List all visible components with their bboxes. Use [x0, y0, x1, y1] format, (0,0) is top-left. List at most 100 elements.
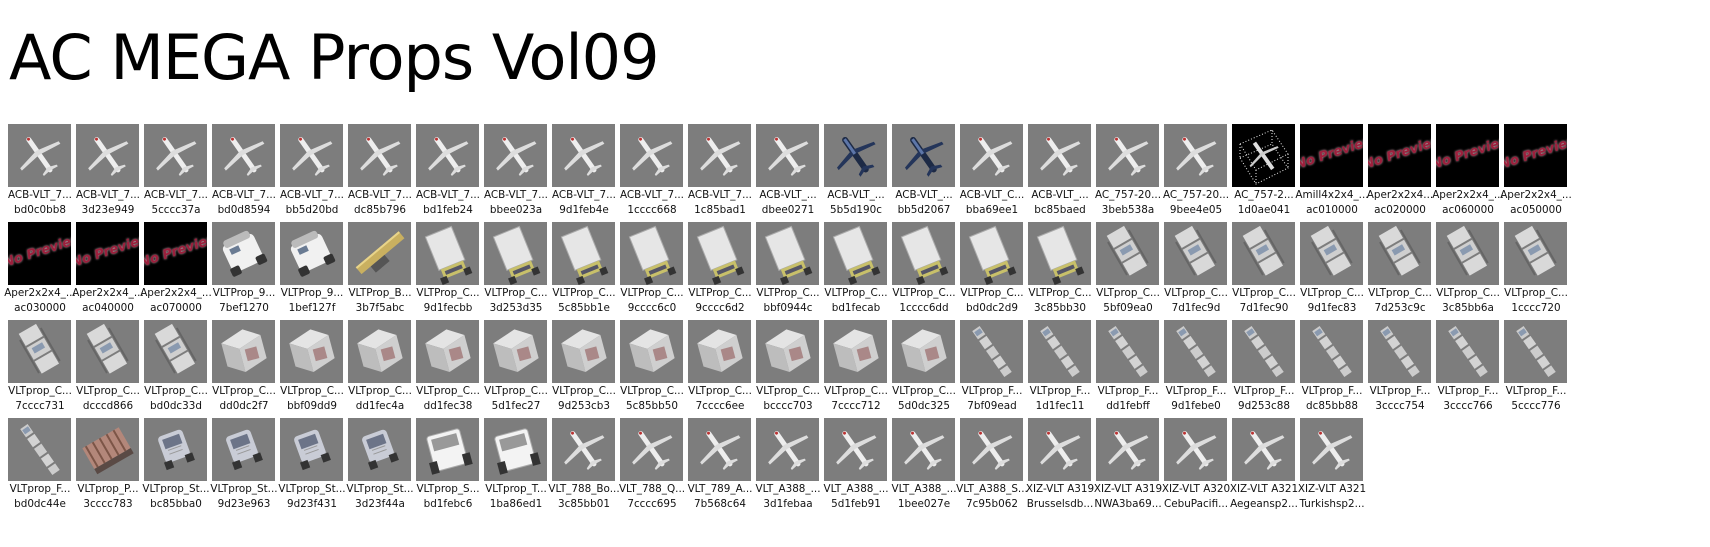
thumbnail-item[interactable]: VLTprop_F... 3cccc766	[1428, 320, 1502, 428]
thumbnail-image	[1164, 418, 1227, 481]
thumbnail-item[interactable]: VLTprop_F... 7bf09ead	[952, 320, 1026, 428]
thumbnail-image	[960, 320, 1023, 383]
thumbnail-item[interactable]: XIZ-VLT A319 NWA3ba69...	[1088, 418, 1162, 526]
thumbnail-item[interactable]: VLTprop_St... 3d23f44a	[340, 418, 414, 526]
thumbnail-item[interactable]: VLTprop_C... bbf09dd9	[272, 320, 346, 428]
thumbnail-item[interactable]: VLTprop_St... bc85bba0	[136, 418, 210, 526]
thumbnail-item[interactable]: VLTprop_C... 9d253cb3	[544, 320, 618, 428]
thumbnail-item[interactable]: ACB-VLT_7... bd0c0bb8	[0, 124, 74, 232]
thumbnail-item[interactable]: No Preview Amill4x2x4_... ac010000	[1292, 124, 1369, 232]
thumbnail-image	[8, 418, 71, 481]
thumbnail-image	[1300, 222, 1363, 285]
thumbnail-item[interactable]: VLTProp_C... bd1fecab	[816, 222, 890, 330]
thumbnail-item[interactable]: VLTprop_T... 1ba86ed1	[476, 418, 550, 526]
thumbnail-item[interactable]: VLT_A388_... 5d1feb91	[816, 418, 890, 526]
thumbnail-item[interactable]: VLT_A388_S... 7c95b062	[952, 418, 1028, 526]
thumbnail-item[interactable]: No Preview Aper2x2x4_... ac070000	[136, 222, 212, 330]
thumbnail-item[interactable]: VLTprop_C... 5d0dc325	[884, 320, 958, 428]
thumbnail-image	[960, 222, 1023, 285]
thumbnail-item[interactable]: ACB-VLT_... bc85baed	[1020, 124, 1094, 232]
thumbnail-item[interactable]: VLTprop_C... 5d1fec27	[476, 320, 550, 428]
thumbnail-item[interactable]: VLTprop_C... 9d1fec83	[1292, 222, 1366, 330]
thumbnail-item[interactable]: VLTprop_P... 3cccc783	[68, 418, 142, 526]
thumbnail-item[interactable]: ACB-VLT_7... 5cccc37a	[136, 124, 210, 232]
thumbnail-item[interactable]: VLTProp_B... 3b7f5abc	[340, 222, 414, 330]
thumbnail-item[interactable]: No Preview Aper2x2x4_... ac050000	[1496, 124, 1572, 232]
thumbnail-item[interactable]: ACB-VLT_7... 1cccc668	[612, 124, 686, 232]
thumbnail-item[interactable]: VLTprop_F... bd0dc44e	[0, 418, 74, 526]
thumbnail-item[interactable]: VLTProp_9... 7bef1270	[204, 222, 278, 330]
thumbnail-item[interactable]: XIZ-VLT A321 Aegeansp2...	[1224, 418, 1298, 526]
thumbnail-item[interactable]: AC_757-2... 1d0ae041	[1224, 124, 1298, 232]
thumbnail-item[interactable]: No Preview Aper2x2x4_... ac030000	[0, 222, 76, 330]
thumbnail-item[interactable]: ACB-VLT_... 5b5d190c	[816, 124, 890, 232]
thumbnail-item[interactable]: VLT_A388_... 1bee027e	[884, 418, 958, 526]
thumbnail-item[interactable]: VLTProp_C... bd0dc2d9	[952, 222, 1026, 330]
thumbnail-item[interactable]: VLTprop_C... dcccd866	[68, 320, 142, 428]
thumbnail-item[interactable]: VLTprop_F... dd1febff	[1088, 320, 1162, 428]
thumbnail-item[interactable]: VLTprop_F... 9d1febe0	[1156, 320, 1230, 428]
thumbnail-item[interactable]: ACB-VLT_7... 9d1feb4e	[544, 124, 618, 232]
thumbnail-item[interactable]: XIZ-VLT A319 Brusselsdb...	[1020, 418, 1094, 526]
thumbnail-item[interactable]: VLTprop_F... dc85bb88	[1292, 320, 1366, 428]
thumbnail-item[interactable]: VLTprop_C... 7d253c9c	[1360, 222, 1434, 330]
thumbnail-item[interactable]: VLTprop_S... bd1febc6	[408, 418, 482, 526]
thumbnail-item[interactable]: VLTprop_C... dd0dc2f7	[204, 320, 278, 428]
thumbnail-item[interactable]: VLT_789_A... 7b568c64	[680, 418, 754, 526]
thumbnail-item[interactable]: ACB-VLT_... bb5d2067	[884, 124, 958, 232]
thumbnail-item[interactable]: VLTprop_C... 5bf09ea0	[1088, 222, 1162, 330]
thumbnail-image	[212, 124, 275, 187]
container-model-icon	[765, 329, 811, 373]
thumbnail-item[interactable]: VLTprop_C... 3c85bb6a	[1428, 222, 1502, 330]
thumbnail-item[interactable]: VLTprop_C... 7d1fec90	[1224, 222, 1298, 330]
thumbnail-image	[960, 124, 1023, 187]
thumbnail-image	[756, 320, 819, 383]
thumbnail-item[interactable]: VLTprop_F... 1d1fec11	[1020, 320, 1094, 428]
thumbnail-item[interactable]: VLTprop_St... 9d23e963	[204, 418, 278, 526]
thumbnail-item[interactable]: No Preview Aper2x2x4_... ac060000	[1428, 124, 1504, 232]
thumbnail-item[interactable]: VLTProp_C... 3c85bb30	[1020, 222, 1094, 330]
thumbnail-item[interactable]: ACB-VLT_7... bbee023a	[476, 124, 550, 232]
thumbnail-item[interactable]: VLTProp_C... 3d253d35	[476, 222, 550, 330]
thumbnail-item[interactable]: VLTprop_C... bd0dc33d	[136, 320, 210, 428]
thumbnail-item[interactable]: VLTprop_C... dd1fec4a	[340, 320, 414, 428]
thumbnail-item[interactable]: VLTprop_C... 7cccc731	[0, 320, 74, 428]
thumbnail-item[interactable]: VLTProp_C... 9cccc6c0	[612, 222, 686, 330]
thumbnail-item[interactable]: VLT_788_Q... 7cccc695	[612, 418, 686, 526]
thumbnail-item[interactable]: VLTprop_C... dd1fec38	[408, 320, 482, 428]
thumbnail-item[interactable]: No Preview Aper2x2x4_... ac040000	[68, 222, 144, 330]
thumbnail-item[interactable]: ACB-VLT_7... 3d23e949	[68, 124, 142, 232]
thumbnail-item[interactable]: XIZ-VLT A321 Turkishsp2...	[1292, 418, 1366, 526]
thumbnail-item[interactable]: ACB-VLT_7... 1c85bad1	[680, 124, 754, 232]
thumbnail-item[interactable]: VLTprop_St... 9d23f431	[272, 418, 346, 526]
thumbnail-item[interactable]: No Preview Aper2x2x4... ac020000	[1360, 124, 1434, 232]
train-model-icon	[1108, 326, 1148, 378]
thumbnail-item[interactable]: VLTProp_C... 9cccc6d2	[680, 222, 754, 330]
thumbnail-item[interactable]: VLTProp_C... 5c85bb1e	[544, 222, 618, 330]
thumbnail-item[interactable]: VLTprop_C... 7cccc712	[816, 320, 890, 428]
thumbnail-item[interactable]: ACB-VLT_7... bb5d20bd	[272, 124, 346, 232]
thumbnail-item[interactable]: ACB-VLT_C... bba69ee1	[952, 124, 1026, 232]
thumbnail-item[interactable]: XIZ-VLT A320 CebuPacifi...	[1156, 418, 1230, 526]
thumbnail-item[interactable]: VLTprop_F... 3cccc754	[1360, 320, 1434, 428]
thumbnail-item[interactable]: VLTprop_C... 1cccc720	[1496, 222, 1570, 330]
thumbnail-item[interactable]: VLT_788_Bo... 3c85bb01	[544, 418, 620, 526]
no-preview-text: No Preview	[1300, 132, 1363, 173]
thumbnail-item[interactable]: VLTprop_C... 7cccc6ee	[680, 320, 754, 428]
thumbnail-item[interactable]: VLTprop_C... bcccc703	[748, 320, 822, 428]
thumbnail-item[interactable]: ACB-VLT_7... dc85b796	[340, 124, 414, 232]
thumbnail-item[interactable]: VLTProp_9... 1bef127f	[272, 222, 346, 330]
thumbnail-item[interactable]: VLTprop_C... 7d1fec9d	[1156, 222, 1230, 330]
thumbnail-item[interactable]: VLT_A388_... 3d1febaa	[748, 418, 822, 526]
thumbnail-item[interactable]: ACB-VLT_... dbee0271	[748, 124, 822, 232]
thumbnail-item[interactable]: AC_757-20... 9bee4e05	[1156, 124, 1230, 232]
thumbnail-item[interactable]: VLTProp_C... 1cccc6dd	[884, 222, 958, 330]
thumbnail-item[interactable]: VLTProp_C... 9d1fecbb	[408, 222, 482, 330]
thumbnail-item[interactable]: VLTprop_F... 9d253c88	[1224, 320, 1298, 428]
thumbnail-item[interactable]: VLTProp_C... bbf0944c	[748, 222, 822, 330]
thumbnail-item[interactable]: ACB-VLT_7... bd0d8594	[204, 124, 278, 232]
thumbnail-item[interactable]: VLTprop_C... 5c85bb50	[612, 320, 686, 428]
thumbnail-item[interactable]: VLTprop_F... 5cccc776	[1496, 320, 1570, 428]
thumbnail-item[interactable]: ACB-VLT_7... bd1feb24	[408, 124, 482, 232]
thumbnail-item[interactable]: AC_757-20... 3beb538a	[1088, 124, 1162, 232]
